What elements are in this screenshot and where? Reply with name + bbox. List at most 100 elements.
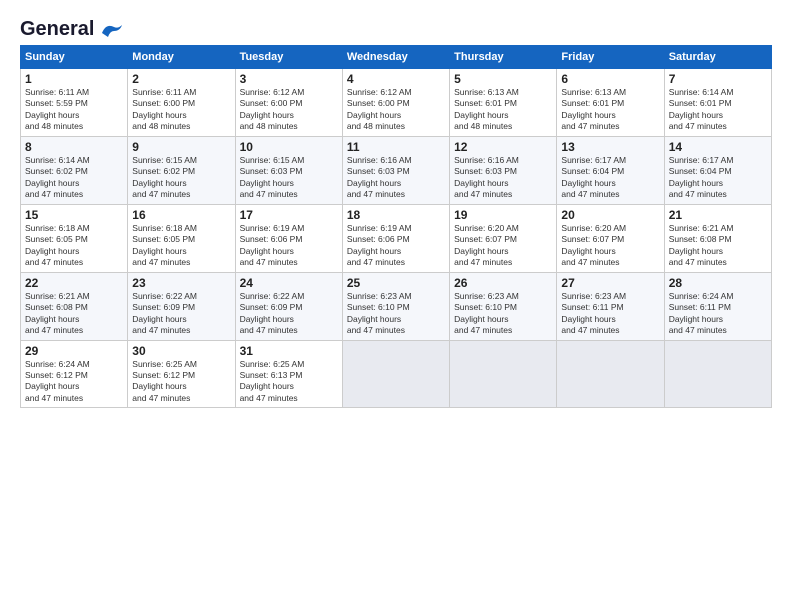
day-number: 3 bbox=[240, 72, 338, 86]
day-info: Sunrise: 6:21 AMSunset: 6:08 PMDaylight … bbox=[25, 291, 123, 337]
day-cell: 16Sunrise: 6:18 AMSunset: 6:05 PMDayligh… bbox=[128, 204, 235, 272]
day-number: 12 bbox=[454, 140, 552, 154]
day-info: Sunrise: 6:23 AMSunset: 6:10 PMDaylight … bbox=[454, 291, 552, 337]
day-cell: 27Sunrise: 6:23 AMSunset: 6:11 PMDayligh… bbox=[557, 272, 664, 340]
day-info: Sunrise: 6:12 AMSunset: 6:00 PMDaylight … bbox=[240, 87, 338, 133]
calendar-row: 29Sunrise: 6:24 AMSunset: 6:12 PMDayligh… bbox=[21, 340, 772, 408]
day-number: 15 bbox=[25, 208, 123, 222]
day-cell: 14Sunrise: 6:17 AMSunset: 6:04 PMDayligh… bbox=[664, 136, 771, 204]
day-number: 2 bbox=[132, 72, 230, 86]
day-info: Sunrise: 6:24 AMSunset: 6:11 PMDaylight … bbox=[669, 291, 767, 337]
day-info: Sunrise: 6:15 AMSunset: 6:03 PMDaylight … bbox=[240, 155, 338, 201]
day-number: 4 bbox=[347, 72, 445, 86]
day-number: 10 bbox=[240, 140, 338, 154]
day-info: Sunrise: 6:15 AMSunset: 6:02 PMDaylight … bbox=[132, 155, 230, 201]
calendar-row: 15Sunrise: 6:18 AMSunset: 6:05 PMDayligh… bbox=[21, 204, 772, 272]
day-info: Sunrise: 6:23 AMSunset: 6:11 PMDaylight … bbox=[561, 291, 659, 337]
header-friday: Friday bbox=[557, 46, 664, 69]
day-info: Sunrise: 6:14 AMSunset: 6:01 PMDaylight … bbox=[669, 87, 767, 133]
day-number: 18 bbox=[347, 208, 445, 222]
day-info: Sunrise: 6:25 AMSunset: 6:12 PMDaylight … bbox=[132, 359, 230, 405]
weekday-header-row: Sunday Monday Tuesday Wednesday Thursday… bbox=[21, 46, 772, 69]
day-cell: 11Sunrise: 6:16 AMSunset: 6:03 PMDayligh… bbox=[342, 136, 449, 204]
day-number: 16 bbox=[132, 208, 230, 222]
empty-cell bbox=[342, 340, 449, 408]
calendar-row: 22Sunrise: 6:21 AMSunset: 6:08 PMDayligh… bbox=[21, 272, 772, 340]
day-cell: 18Sunrise: 6:19 AMSunset: 6:06 PMDayligh… bbox=[342, 204, 449, 272]
day-info: Sunrise: 6:18 AMSunset: 6:05 PMDaylight … bbox=[25, 223, 123, 269]
page: General Sunday Monday Tuesday Wednesday … bbox=[0, 0, 792, 612]
day-info: Sunrise: 6:17 AMSunset: 6:04 PMDaylight … bbox=[561, 155, 659, 201]
day-number: 8 bbox=[25, 140, 123, 154]
day-cell: 20Sunrise: 6:20 AMSunset: 6:07 PMDayligh… bbox=[557, 204, 664, 272]
day-number: 21 bbox=[669, 208, 767, 222]
header: General bbox=[20, 18, 772, 37]
day-cell: 30Sunrise: 6:25 AMSunset: 6:12 PMDayligh… bbox=[128, 340, 235, 408]
day-info: Sunrise: 6:23 AMSunset: 6:10 PMDaylight … bbox=[347, 291, 445, 337]
day-cell: 12Sunrise: 6:16 AMSunset: 6:03 PMDayligh… bbox=[450, 136, 557, 204]
day-cell: 5Sunrise: 6:13 AMSunset: 6:01 PMDaylight… bbox=[450, 69, 557, 137]
day-number: 6 bbox=[561, 72, 659, 86]
day-number: 22 bbox=[25, 276, 123, 290]
day-number: 14 bbox=[669, 140, 767, 154]
empty-cell bbox=[450, 340, 557, 408]
day-number: 9 bbox=[132, 140, 230, 154]
day-info: Sunrise: 6:11 AMSunset: 6:00 PMDaylight … bbox=[132, 87, 230, 133]
day-cell: 17Sunrise: 6:19 AMSunset: 6:06 PMDayligh… bbox=[235, 204, 342, 272]
day-cell: 26Sunrise: 6:23 AMSunset: 6:10 PMDayligh… bbox=[450, 272, 557, 340]
day-cell: 28Sunrise: 6:24 AMSunset: 6:11 PMDayligh… bbox=[664, 272, 771, 340]
day-number: 25 bbox=[347, 276, 445, 290]
day-info: Sunrise: 6:12 AMSunset: 6:00 PMDaylight … bbox=[347, 87, 445, 133]
day-cell: 8Sunrise: 6:14 AMSunset: 6:02 PMDaylight… bbox=[21, 136, 128, 204]
day-cell: 10Sunrise: 6:15 AMSunset: 6:03 PMDayligh… bbox=[235, 136, 342, 204]
logo-bird-icon bbox=[96, 19, 124, 41]
day-info: Sunrise: 6:25 AMSunset: 6:13 PMDaylight … bbox=[240, 359, 338, 405]
day-number: 30 bbox=[132, 344, 230, 358]
day-number: 24 bbox=[240, 276, 338, 290]
day-info: Sunrise: 6:21 AMSunset: 6:08 PMDaylight … bbox=[669, 223, 767, 269]
day-cell: 25Sunrise: 6:23 AMSunset: 6:10 PMDayligh… bbox=[342, 272, 449, 340]
day-cell: 9Sunrise: 6:15 AMSunset: 6:02 PMDaylight… bbox=[128, 136, 235, 204]
logo: General bbox=[20, 18, 124, 37]
header-monday: Monday bbox=[128, 46, 235, 69]
day-info: Sunrise: 6:19 AMSunset: 6:06 PMDaylight … bbox=[347, 223, 445, 269]
header-sunday: Sunday bbox=[21, 46, 128, 69]
day-cell: 15Sunrise: 6:18 AMSunset: 6:05 PMDayligh… bbox=[21, 204, 128, 272]
day-info: Sunrise: 6:22 AMSunset: 6:09 PMDaylight … bbox=[240, 291, 338, 337]
day-info: Sunrise: 6:24 AMSunset: 6:12 PMDaylight … bbox=[25, 359, 123, 405]
day-number: 27 bbox=[561, 276, 659, 290]
day-cell: 4Sunrise: 6:12 AMSunset: 6:00 PMDaylight… bbox=[342, 69, 449, 137]
day-number: 5 bbox=[454, 72, 552, 86]
day-cell: 29Sunrise: 6:24 AMSunset: 6:12 PMDayligh… bbox=[21, 340, 128, 408]
day-cell: 19Sunrise: 6:20 AMSunset: 6:07 PMDayligh… bbox=[450, 204, 557, 272]
empty-cell bbox=[557, 340, 664, 408]
day-info: Sunrise: 6:22 AMSunset: 6:09 PMDaylight … bbox=[132, 291, 230, 337]
day-cell: 23Sunrise: 6:22 AMSunset: 6:09 PMDayligh… bbox=[128, 272, 235, 340]
day-info: Sunrise: 6:20 AMSunset: 6:07 PMDaylight … bbox=[561, 223, 659, 269]
header-thursday: Thursday bbox=[450, 46, 557, 69]
header-saturday: Saturday bbox=[664, 46, 771, 69]
day-number: 17 bbox=[240, 208, 338, 222]
day-number: 11 bbox=[347, 140, 445, 154]
day-info: Sunrise: 6:18 AMSunset: 6:05 PMDaylight … bbox=[132, 223, 230, 269]
day-info: Sunrise: 6:20 AMSunset: 6:07 PMDaylight … bbox=[454, 223, 552, 269]
day-cell: 7Sunrise: 6:14 AMSunset: 6:01 PMDaylight… bbox=[664, 69, 771, 137]
day-info: Sunrise: 6:17 AMSunset: 6:04 PMDaylight … bbox=[669, 155, 767, 201]
calendar-row: 8Sunrise: 6:14 AMSunset: 6:02 PMDaylight… bbox=[21, 136, 772, 204]
day-cell: 1Sunrise: 6:11 AMSunset: 5:59 PMDaylight… bbox=[21, 69, 128, 137]
day-number: 1 bbox=[25, 72, 123, 86]
day-number: 28 bbox=[669, 276, 767, 290]
calendar-table: Sunday Monday Tuesday Wednesday Thursday… bbox=[20, 45, 772, 408]
day-number: 20 bbox=[561, 208, 659, 222]
day-cell: 22Sunrise: 6:21 AMSunset: 6:08 PMDayligh… bbox=[21, 272, 128, 340]
day-number: 13 bbox=[561, 140, 659, 154]
day-cell: 21Sunrise: 6:21 AMSunset: 6:08 PMDayligh… bbox=[664, 204, 771, 272]
header-tuesday: Tuesday bbox=[235, 46, 342, 69]
header-wednesday: Wednesday bbox=[342, 46, 449, 69]
day-cell: 3Sunrise: 6:12 AMSunset: 6:00 PMDaylight… bbox=[235, 69, 342, 137]
logo-text: General bbox=[20, 18, 94, 41]
day-info: Sunrise: 6:13 AMSunset: 6:01 PMDaylight … bbox=[561, 87, 659, 133]
day-info: Sunrise: 6:19 AMSunset: 6:06 PMDaylight … bbox=[240, 223, 338, 269]
day-number: 7 bbox=[669, 72, 767, 86]
day-cell: 24Sunrise: 6:22 AMSunset: 6:09 PMDayligh… bbox=[235, 272, 342, 340]
